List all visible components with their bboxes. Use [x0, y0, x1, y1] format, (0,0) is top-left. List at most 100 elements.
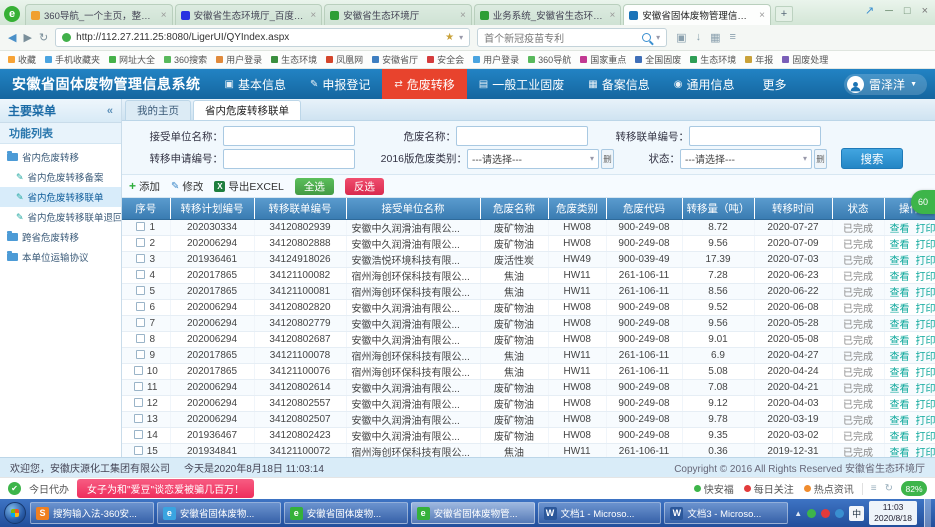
start-button[interactable]	[4, 502, 26, 524]
view-link[interactable]: 查看	[890, 272, 910, 283]
sidebar-item[interactable]: ✎ 省内危废转移联单	[0, 187, 121, 207]
bookmark-item[interactable]: 360搜索	[164, 53, 207, 66]
table-row[interactable]: 3 201936461 34124918026 安徽浩悦环境科技有限... 废活…	[122, 251, 935, 267]
print-link[interactable]: 打印	[916, 352, 935, 363]
browser-tab[interactable]: 安徽省生态环境厅_百度搜索 ×	[175, 4, 323, 25]
tray-expand-icon[interactable]: ▲	[794, 509, 802, 518]
view-link[interactable]: 查看	[890, 224, 910, 235]
bookmark-item[interactable]: 固废处理	[782, 53, 828, 66]
column-header[interactable]: 序号	[122, 198, 170, 219]
workspace-tab[interactable]: 省内危废转移联单	[193, 100, 301, 120]
status-select[interactable]: ---请选择--- ▾	[680, 149, 812, 169]
ticker-link[interactable]: 快安福	[694, 481, 734, 496]
bookmark-item[interactable]: 全国固废	[635, 53, 681, 66]
view-link[interactable]: 查看	[890, 352, 910, 363]
column-header[interactable]: 危废代码	[606, 198, 682, 219]
nav-item[interactable]: ▦ 备案信息	[576, 69, 661, 99]
table-row[interactable]: 11 202006294 34120802614 安徽中久润滑油有限公... 废…	[122, 379, 935, 395]
sidebar-item[interactable]: ✎ 省内危废转移	[0, 147, 121, 167]
view-link[interactable]: 查看	[890, 240, 910, 251]
print-link[interactable]: 打印	[916, 400, 935, 411]
row-checkbox[interactable]	[136, 270, 145, 279]
taskbar-clock[interactable]: 11:03 2020/8/18	[869, 501, 917, 524]
back-icon[interactable]: ◀	[8, 31, 16, 44]
column-header[interactable]: 危废类别	[548, 198, 606, 219]
list-icon[interactable]: ≡	[871, 483, 877, 494]
row-checkbox[interactable]	[136, 334, 145, 343]
column-header[interactable]: 转移联单编号	[254, 198, 346, 219]
print-link[interactable]: 打印	[916, 256, 935, 267]
table-row[interactable]: 6 202006294 34120802820 安徽中久润滑油有限公... 废矿…	[122, 299, 935, 315]
screenshot-icon[interactable]: ▣	[676, 31, 686, 44]
row-checkbox[interactable]	[136, 302, 145, 311]
minimize-button[interactable]: ─	[885, 5, 893, 17]
bookmark-item[interactable]: 凤凰网	[326, 53, 363, 66]
view-link[interactable]: 查看	[890, 432, 910, 443]
row-checkbox[interactable]	[136, 286, 145, 295]
tab-close-icon[interactable]: ×	[460, 10, 466, 21]
url-dropdown-icon[interactable]: ▾	[459, 33, 463, 42]
forward-icon[interactable]: ▶	[23, 31, 31, 44]
select-all-button[interactable]: 全选	[295, 178, 334, 195]
invert-selection-button[interactable]: 反选	[345, 178, 384, 195]
row-checkbox[interactable]	[136, 222, 145, 231]
collapse-icon[interactable]: «	[107, 105, 113, 117]
table-row[interactable]: 10 202017865 34121100076 宿州海创环保科技有限公... …	[122, 363, 935, 379]
user-menu[interactable]: 雷泽洋 ▼	[844, 74, 927, 95]
browser-tab[interactable]: 安徽省固体废物管理信息系统 ×	[623, 4, 771, 25]
nav-item[interactable]: ✎ 申报登记	[298, 69, 382, 99]
column-header[interactable]: 转移量（吨）	[682, 198, 754, 219]
ticker-link[interactable]: 热点资讯	[804, 481, 854, 496]
floating-badge[interactable]: 60	[911, 190, 935, 214]
taskbar-window-button[interactable]: e 安徽省固体废物...	[157, 502, 281, 524]
view-link[interactable]: 查看	[890, 416, 910, 427]
print-link[interactable]: 打印	[916, 448, 935, 458]
bookmark-item[interactable]: 用户登录	[473, 53, 519, 66]
print-link[interactable]: 打印	[916, 288, 935, 299]
row-checkbox[interactable]	[134, 366, 143, 375]
taskbar-window-button[interactable]: W 文档1 - Microso...	[538, 502, 662, 524]
browser-logo-icon[interactable]: e	[4, 6, 20, 22]
column-header[interactable]: 转移时间	[754, 198, 832, 219]
input-language-icon[interactable]: 中	[849, 506, 864, 521]
receiver-input[interactable]	[223, 126, 355, 146]
tray-network-icon[interactable]	[835, 509, 844, 518]
view-link[interactable]: 查看	[890, 320, 910, 331]
column-header[interactable]: 状态	[832, 198, 884, 219]
accelerator-ball[interactable]: 82%	[901, 481, 927, 496]
bookmark-item[interactable]: 360导航	[528, 53, 571, 66]
bookmark-item[interactable]: 收藏	[8, 53, 36, 66]
row-checkbox[interactable]	[134, 414, 143, 423]
ticker-link[interactable]: 每日关注	[744, 481, 794, 496]
tray-security-icon[interactable]	[821, 509, 830, 518]
row-checkbox[interactable]	[134, 430, 143, 439]
view-link[interactable]: 查看	[890, 400, 910, 411]
tab-close-icon[interactable]: ×	[759, 10, 765, 21]
table-row[interactable]: 12 202006294 34120802557 安徽中久润滑油有限公... 废…	[122, 395, 935, 411]
extensions-icon[interactable]: ▦	[710, 31, 720, 44]
view-link[interactable]: 查看	[890, 304, 910, 315]
nav-item[interactable]: ◉ 通用信息	[662, 69, 747, 99]
view-link[interactable]: 查看	[890, 368, 910, 379]
print-link[interactable]: 打印	[916, 368, 935, 379]
print-link[interactable]: 打印	[916, 336, 935, 347]
tray-360-icon[interactable]	[807, 509, 816, 518]
show-desktop-button[interactable]	[924, 499, 931, 527]
bookmark-item[interactable]: 网址大全	[109, 53, 155, 66]
url-box[interactable]: http://112.27.211.25:8080/LigerUI/QYInde…	[55, 28, 470, 47]
edit-button[interactable]: ✎ 修改	[171, 179, 203, 194]
tab-close-icon[interactable]: ×	[610, 10, 616, 21]
table-row[interactable]: 13 202006294 34120802507 安徽中久润滑油有限公... 废…	[122, 411, 935, 427]
bookmark-item[interactable]: 生态环境	[271, 53, 317, 66]
table-row[interactable]: 1 202030334 34120802939 安徽中久润滑油有限公... 废矿…	[122, 219, 935, 235]
view-link[interactable]: 查看	[890, 288, 910, 299]
workspace-tab[interactable]: 我的主页	[125, 100, 191, 120]
table-row[interactable]: 15 201934841 34121100072 宿州海创环保科技有限公... …	[122, 443, 935, 457]
taskbar-window-button[interactable]: W 文档3 - Microso...	[664, 502, 788, 524]
view-link[interactable]: 查看	[890, 448, 910, 458]
share-icon[interactable]: ↗	[865, 4, 874, 17]
print-link[interactable]: 打印	[916, 304, 935, 315]
status-clear-button[interactable]: 删	[814, 149, 827, 169]
close-button[interactable]: ×	[922, 5, 928, 17]
table-row[interactable]: 8 202006294 34120802687 安徽中久润滑油有限公... 废矿…	[122, 331, 935, 347]
